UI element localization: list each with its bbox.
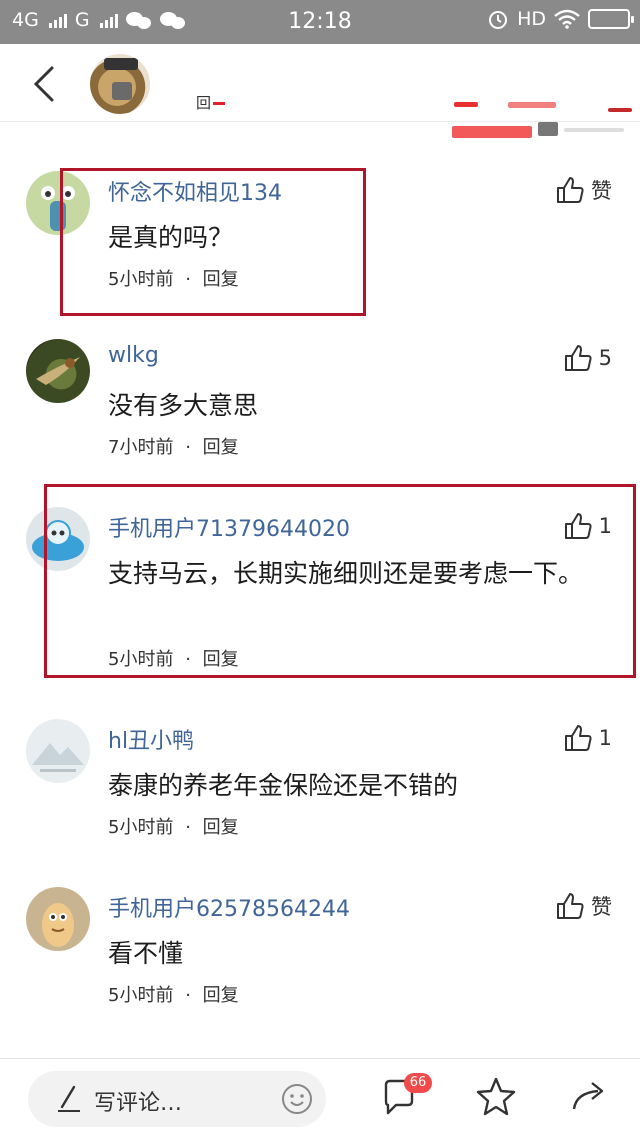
avatar[interactable]	[26, 719, 90, 783]
meta-separator: ·	[185, 985, 191, 1006]
thumbs-up-icon	[564, 725, 592, 751]
avatar[interactable]	[26, 339, 90, 403]
comment-meta: 5小时前 · 回复	[108, 813, 239, 839]
like-button[interactable]: 5	[563, 343, 612, 373]
redaction-mark	[213, 102, 226, 105]
article-header: 回	[0, 44, 640, 138]
status-bar: 4G G 12:18 HD	[0, 0, 640, 44]
reply-link[interactable]: 回复	[203, 437, 239, 458]
header-title-text: 回	[196, 94, 212, 112]
battery-icon	[588, 9, 634, 29]
comment-author[interactable]: 手机用户62578564244	[108, 891, 350, 923]
thumbs-up-icon	[564, 345, 592, 371]
comment-text: 没有多大意思	[108, 391, 259, 420]
comment-author[interactable]: hl丑小鸭	[108, 723, 194, 755]
comment-text: 泰康的养老年金保险还是不错的	[108, 771, 459, 800]
hd-label: HD	[517, 8, 546, 30]
avatar-art	[36, 357, 80, 385]
thumbs-up-icon	[557, 177, 584, 203]
like-button[interactable]: 1	[563, 723, 612, 753]
pen-icon	[58, 1085, 80, 1112]
wifi-icon	[554, 9, 580, 29]
author-avatar[interactable]	[90, 54, 150, 114]
header-title: 回	[196, 92, 226, 113]
comment-time: 5小时前	[108, 817, 174, 838]
reply-link[interactable]: 回复	[203, 817, 239, 838]
avatar[interactable]	[26, 887, 90, 951]
like-count: 5	[598, 346, 612, 370]
thumbs-up-icon	[557, 893, 584, 919]
highlight-box	[44, 484, 636, 678]
status-right: HD	[487, 8, 634, 30]
comment-text: 看不懂	[108, 939, 184, 968]
like-count: 赞	[591, 179, 612, 203]
comment-time: 5小时前	[108, 985, 174, 1006]
comment-count-badge: 66	[404, 1073, 432, 1093]
meta-separator: ·	[185, 817, 191, 838]
reply-link[interactable]: 回复	[203, 985, 239, 1006]
avatar-art	[42, 903, 74, 947]
redacted-area	[452, 102, 632, 148]
like-count: 1	[598, 726, 612, 750]
back-arrow-icon[interactable]	[30, 64, 56, 104]
comment-item: hl丑小鸭 泰康的养老年金保险还是不错的 5小时前 · 回复 1	[0, 719, 640, 849]
comment-meta: 7小时前 · 回复	[108, 433, 239, 459]
share-icon[interactable]	[568, 1075, 612, 1119]
comment-meta: 5小时前 · 回复	[108, 981, 239, 1007]
like-count: 赞	[591, 895, 612, 919]
star-icon[interactable]	[474, 1075, 518, 1119]
comment-composer[interactable]: 写评论…	[28, 1071, 326, 1127]
avatar-art	[32, 743, 84, 772]
bottom-bar: 写评论… 66	[0, 1058, 640, 1138]
comment-time: 7小时前	[108, 437, 174, 458]
meta-separator: ·	[185, 437, 191, 458]
composer-placeholder: 写评论…	[94, 1091, 183, 1116]
highlight-box	[60, 168, 366, 316]
like-button[interactable]: 赞	[555, 891, 612, 921]
comment-item: 手机用户62578564244 看不懂 5小时前 · 回复 赞	[0, 887, 640, 1017]
alarm-icon	[489, 11, 508, 29]
emoji-icon[interactable]	[280, 1082, 314, 1116]
comment-author[interactable]: wlkg	[108, 343, 159, 368]
comment-item: wlkg 没有多大意思 7小时前 · 回复 5	[0, 339, 640, 469]
like-button[interactable]: 赞	[555, 175, 612, 205]
